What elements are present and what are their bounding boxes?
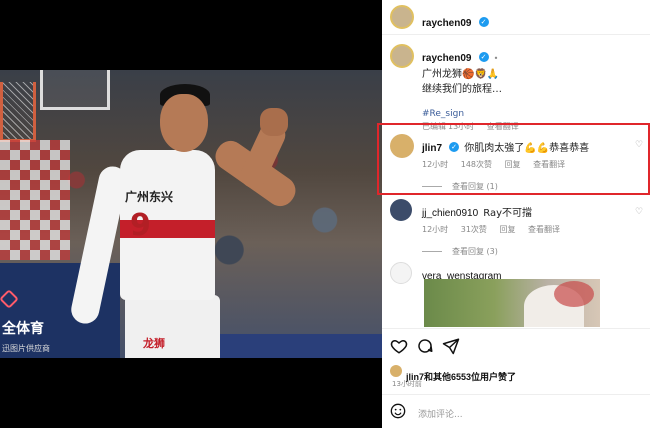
caption-avatar[interactable]	[390, 44, 414, 68]
comment-likes[interactable]: 31次赞	[461, 225, 487, 234]
basketball-hoop	[0, 82, 36, 142]
caption-username[interactable]: raychen09	[422, 53, 471, 64]
comment-username[interactable]: jj_chien0910	[422, 208, 478, 219]
caption-line-1: 广州龙狮🏀🦁🙏	[422, 69, 500, 80]
comment-time: 12小时	[422, 225, 449, 234]
comment-avatar[interactable]	[390, 199, 412, 221]
comment-input[interactable]: 添加评论...	[418, 407, 463, 420]
watermark-sub: 迅图片供应商	[2, 344, 50, 353]
caption-block: raychen09 ✓ • 广州龙狮🏀🦁🙏 继续我们的旅程… #Re_sign …	[422, 46, 642, 132]
caption-suffix: •	[493, 54, 499, 63]
comment-text: Ray不可擋	[483, 208, 533, 219]
verified-badge-icon: ✓	[478, 16, 489, 27]
checker-banner	[0, 140, 70, 260]
post-time: 13小时前	[392, 380, 422, 388]
actions-divider	[382, 328, 650, 329]
header-username[interactable]: raychen09	[422, 18, 471, 29]
jersey-number: 9	[130, 208, 151, 243]
player-shorts: 龙狮	[125, 295, 220, 358]
replies-dash	[422, 251, 442, 252]
comment-image[interactable]	[424, 279, 600, 327]
comment-heart-icon[interactable]: ♡	[635, 208, 644, 217]
liked-by-rest[interactable]: 和其他6553位用户赞了	[424, 372, 516, 382]
heart-icon[interactable]	[390, 337, 408, 355]
player-figure: 龙狮 广州东兴 9	[68, 80, 301, 358]
liker-avatar[interactable]	[390, 365, 402, 377]
header-user: raychen09 ✓	[422, 11, 489, 30]
caption-hashtag[interactable]: #Re_sign	[422, 109, 642, 119]
comment-item: jj_chien0910 Ray不可擋 12小时 31次赞 回复 查看翻译 查看…	[422, 201, 632, 257]
input-divider	[382, 394, 650, 395]
header-divider	[382, 34, 650, 35]
view-replies-label[interactable]: 查看回复 (3)	[452, 247, 498, 256]
emoji-icon[interactable]	[390, 403, 406, 419]
verified-badge-icon: ✓	[478, 51, 489, 62]
post-photo: 龙狮 广州东兴 9 全体育 迅图片供应商	[0, 70, 382, 358]
caption-line-2: 继续我们的旅程…	[422, 84, 502, 95]
likes-summary[interactable]: jlin7和其他6553位用户赞了	[406, 365, 516, 384]
comment-meta: 12小时 31次赞 回复 查看翻译	[422, 224, 632, 235]
player-head	[160, 94, 208, 152]
comment-avatar[interactable]	[390, 262, 412, 284]
share-icon[interactable]	[442, 337, 460, 355]
highlight-box	[377, 123, 650, 195]
shorts-text: 龙狮	[143, 337, 165, 350]
player-fist	[260, 108, 288, 136]
comment-icon[interactable]	[416, 337, 434, 355]
comment-reply-button[interactable]: 回复	[499, 225, 515, 234]
comments-panel: raychen09 ✓ raychen09 ✓ • 广州龙狮🏀🦁🙏 继续我们的旅…	[382, 0, 650, 428]
post-media[interactable]: 龙狮 广州东兴 9 全体育 迅图片供应商	[0, 0, 382, 428]
image-flower	[554, 281, 594, 307]
view-replies[interactable]: 查看回复 (3)	[422, 246, 632, 257]
comment-translate[interactable]: 查看翻译	[528, 225, 560, 234]
jersey-team-text: 广州东兴	[125, 190, 174, 204]
watermark-brand: 全体育	[2, 321, 44, 337]
header-avatar[interactable]	[390, 5, 414, 29]
